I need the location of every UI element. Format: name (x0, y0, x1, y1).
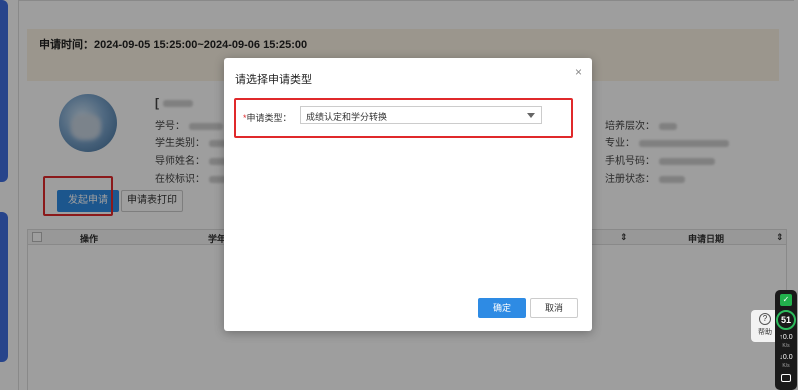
help-label: 帮助 (758, 329, 772, 336)
close-icon[interactable]: × (575, 65, 582, 79)
modal-title: 请选择申请类型 (235, 74, 312, 86)
network-speed-widget[interactable]: ✓ 51 ↑0.0 K/s ↓0.0 K/s (775, 290, 797, 390)
question-icon: ? (759, 313, 771, 325)
type-select-highlight (234, 98, 573, 138)
cancel-button[interactable]: 取消 (530, 298, 578, 318)
confirm-button[interactable]: 确定 (478, 298, 526, 318)
gauge-value: 51 (776, 310, 796, 330)
check-icon: ✓ (780, 294, 792, 306)
camera-icon[interactable] (781, 374, 791, 382)
download-speed: ↓0.0 K/s (779, 354, 793, 369)
upload-speed: ↑0.0 K/s (779, 334, 793, 349)
